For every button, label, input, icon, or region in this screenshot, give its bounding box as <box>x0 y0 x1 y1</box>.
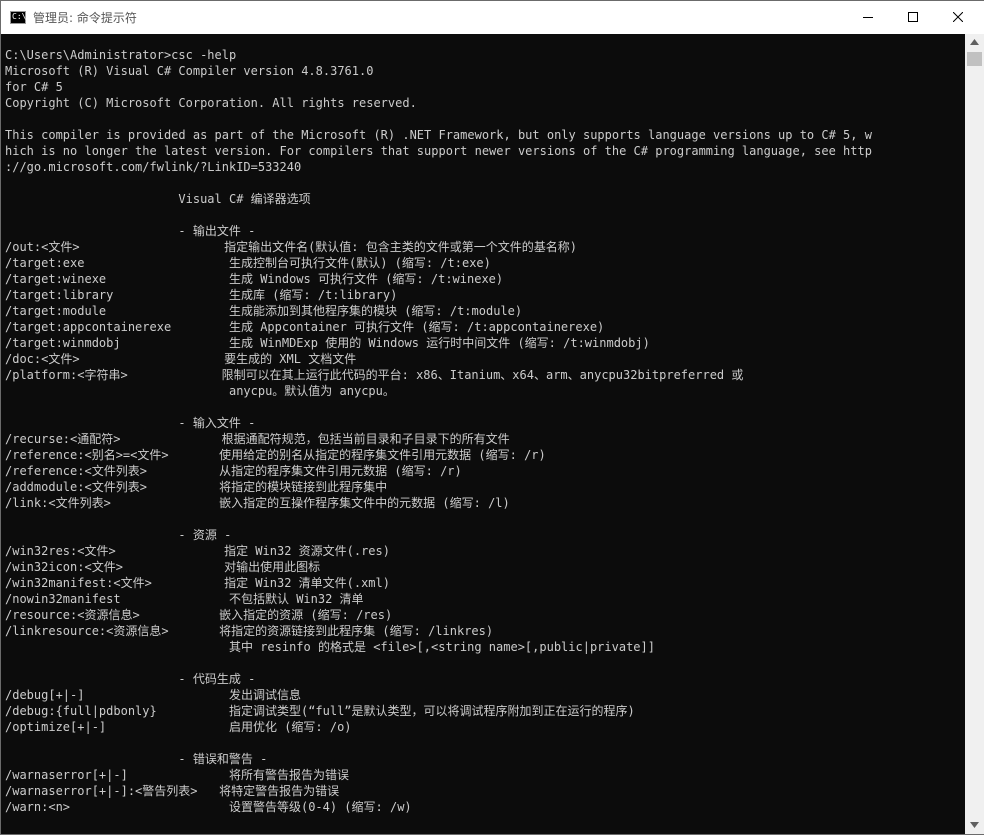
console-line: - 代码生成 - <box>5 672 256 686</box>
arrow-down-icon <box>970 822 979 828</box>
console-text: C:\Users\Administrator>csc -help Microsof… <box>5 47 872 815</box>
console-line: - 输入文件 - <box>5 416 256 430</box>
cmd-app-icon[interactable]: C:\ <box>10 11 26 24</box>
console-line: /warn:<n> 设置警告等级(0-4) (缩写: /w) <box>5 800 412 814</box>
console-line: /target:winmdobj 生成 WinMDExp 使用的 Windows… <box>5 336 650 350</box>
console-line: /addmodule:<文件列表> 将指定的模块链接到此程序集中 <box>5 480 388 494</box>
console-output-area[interactable]: C:\Users\Administrator>csc -help Microsof… <box>1 34 965 834</box>
console-line: /target:module 生成能添加到其他程序集的模块 (缩写: /t:mo… <box>5 304 523 318</box>
console-line: /win32res:<文件> 指定 Win32 资源文件(.res) <box>5 544 390 558</box>
console-line: /doc:<文件> 要生成的 XML 文档文件 <box>5 352 357 366</box>
arrow-up-icon <box>970 39 979 45</box>
console-line: /target:appcontainerexe 生成 Appcontainer … <box>5 320 605 334</box>
console-line: ://go.microsoft.com/fwlink/?LinkID=53324… <box>5 160 302 174</box>
console-line: /reference:<别名>=<文件> 使用给定的别名从指定的程序集文件引用元… <box>5 448 546 462</box>
console-line: hich is no longer the latest version. Fo… <box>5 144 872 158</box>
console-line: /target:exe 生成控制台可执行文件(默认) (缩写: /t:exe) <box>5 256 491 270</box>
console-line: /nowin32manifest 不包括默认 Win32 清单 <box>5 592 364 606</box>
console-line: /optimize[+|-] 启用优化 (缩写: /o) <box>5 720 352 734</box>
command-prompt-window: C:\ 管理员: 命令提示符 C:\Users\Administrator>cs… <box>0 0 984 835</box>
console-line: Copyright (C) Microsoft Corporation. All… <box>5 96 417 110</box>
console-line: anycpu。默认值为 anycpu。 <box>5 384 395 398</box>
console-line: /linkresource:<资源信息> 将指定的资源链接到此程序集 (缩写: … <box>5 624 494 638</box>
console-line: Microsoft (R) Visual C# Compiler version… <box>5 64 374 78</box>
console-line: /out:<文件> 指定输出文件名(默认值: 包含主类的文件或第一个文件的基名称… <box>5 240 577 254</box>
close-button[interactable] <box>935 1 981 34</box>
console-line: /platform:<字符串> 限制可以在其上运行此代码的平台: x86、Ita… <box>5 368 744 382</box>
title-bar[interactable]: C:\ 管理员: 命令提示符 <box>1 1 984 34</box>
console-line: /target:library 生成库 (缩写: /t:library) <box>5 288 398 302</box>
console-line: /warnaserror[+|-] 将所有警告报告为错误 <box>5 768 349 782</box>
console-line: - 资源 - <box>5 528 232 542</box>
scroll-up-button[interactable] <box>965 34 984 51</box>
console-line: /debug[+|-] 发出调试信息 <box>5 688 301 702</box>
close-icon <box>953 12 963 22</box>
console-line: /win32icon:<文件> 对输出使用此图标 <box>5 560 321 574</box>
console-line: - 错误和警告 - <box>5 752 268 766</box>
console-line: Visual C# 编译器选项 <box>5 192 311 206</box>
vertical-scrollbar[interactable] <box>965 34 984 834</box>
console-line: This compiler is provided as part of the… <box>5 128 872 142</box>
console-line: /resource:<资源信息> 嵌入指定的资源 (缩写: /res) <box>5 608 393 622</box>
console-line: /debug:{full|pdbonly} 指定调试类型(“full”是默认类型… <box>5 704 635 718</box>
scroll-down-button[interactable] <box>965 817 984 834</box>
console-line: /target:winexe 生成 Windows 可执行文件 (缩写: /t:… <box>5 272 504 286</box>
maximize-button[interactable] <box>890 1 936 34</box>
minimize-icon <box>863 17 873 18</box>
scrollbar-thumb[interactable] <box>967 52 982 66</box>
console-line: 其中 resinfo 的格式是 <file>[,<string name>[,p… <box>5 640 655 654</box>
console-line: for C# 5 <box>5 80 63 94</box>
console-line: /reference:<文件列表> 从指定的程序集文件引用元数据 (缩写: /r… <box>5 464 462 478</box>
console-line: C:\Users\Administrator>csc -help <box>5 48 237 62</box>
console-line: - 输出文件 - <box>5 224 256 238</box>
console-line: /link:<文件列表> 嵌入指定的互操作程序集文件中的元数据 (缩写: /l) <box>5 496 510 510</box>
window-title: 管理员: 命令提示符 <box>33 11 137 25</box>
console-line: /recurse:<通配符> 根据通配符规范，包括当前目录和子目录下的所有文件 <box>5 432 510 446</box>
console-line: /warnaserror[+|-]:<警告列表> 将特定警告报告为错误 <box>5 784 340 798</box>
console-line: /win32manifest:<文件> 指定 Win32 清单文件(.xml) <box>5 576 390 590</box>
minimize-button[interactable] <box>845 1 891 34</box>
maximize-icon <box>908 12 918 22</box>
